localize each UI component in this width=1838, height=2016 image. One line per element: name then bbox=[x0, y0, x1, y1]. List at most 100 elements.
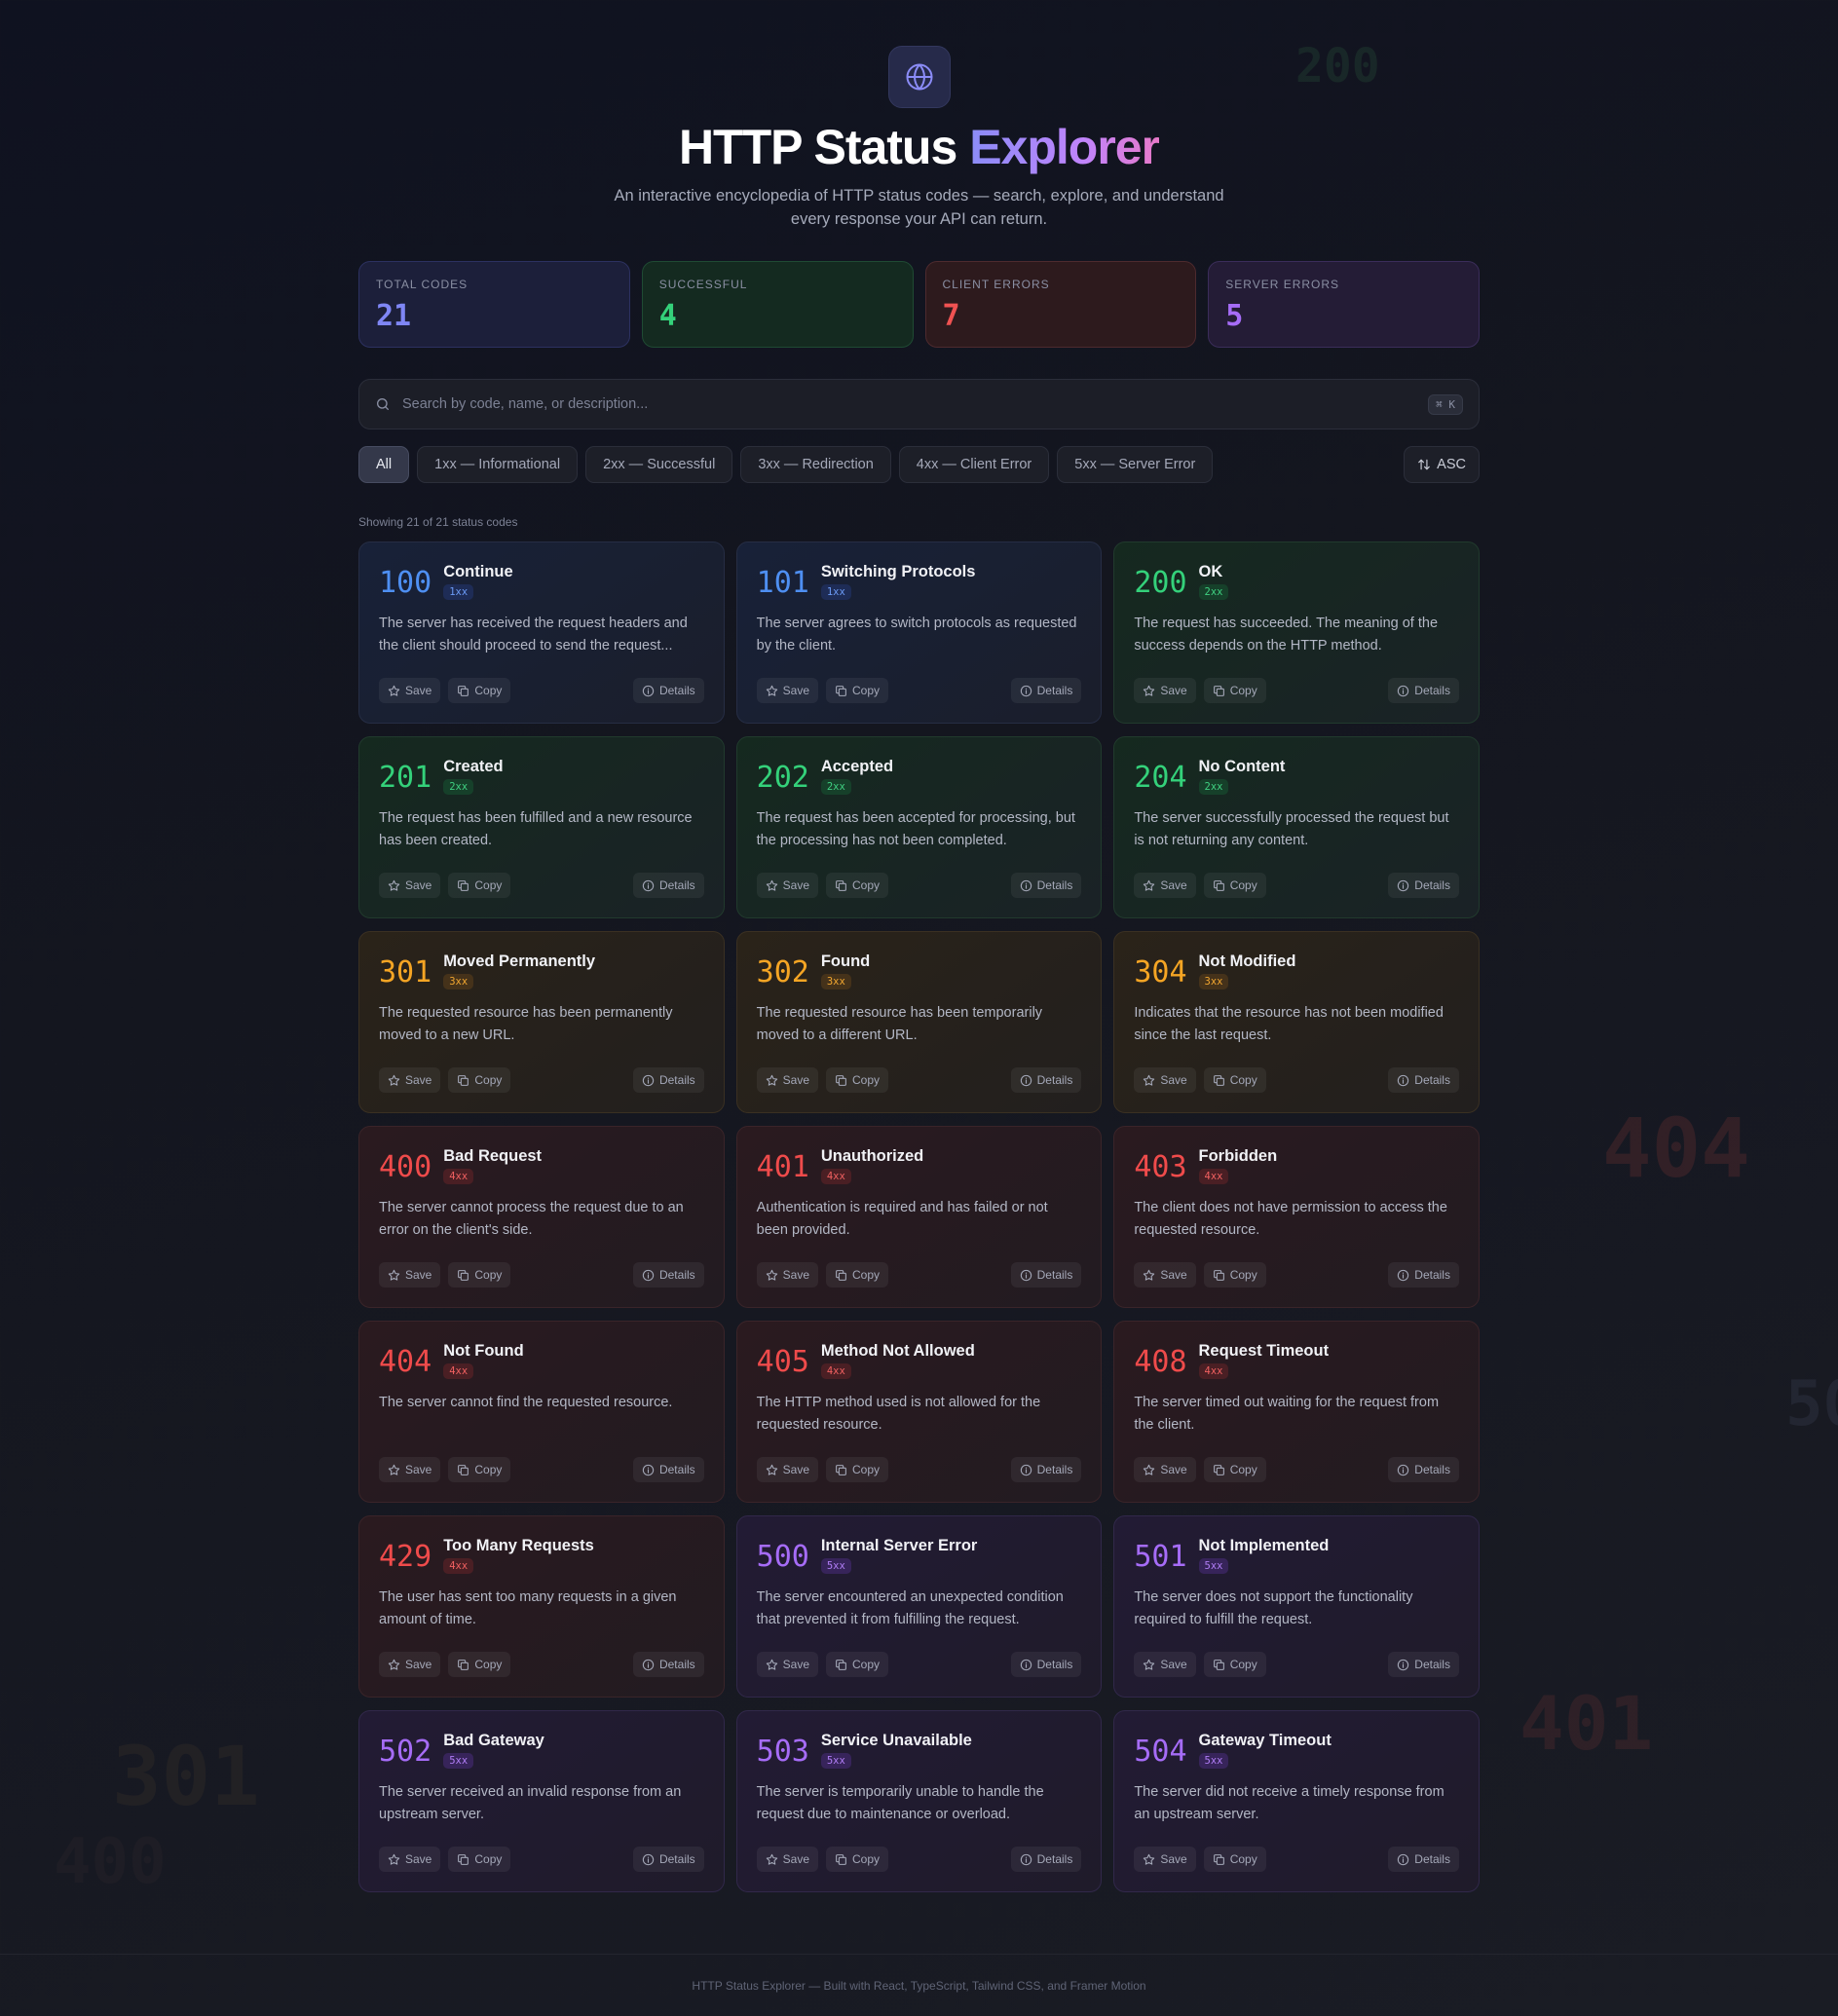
status-card-429[interactable]: 429 Too Many Requests 4xx The user has s… bbox=[358, 1515, 725, 1698]
details-button[interactable]: Details bbox=[632, 1652, 704, 1677]
search-input[interactable] bbox=[402, 396, 1429, 412]
copy-button[interactable]: Copy bbox=[826, 1847, 889, 1872]
details-button[interactable]: Details bbox=[1388, 1067, 1459, 1093]
copy-button[interactable]: Copy bbox=[826, 1067, 889, 1093]
details-button[interactable]: Details bbox=[632, 1262, 704, 1288]
save-button[interactable]: Save bbox=[1134, 1847, 1196, 1872]
copy-label: Copy bbox=[1229, 878, 1257, 892]
sort-button[interactable]: ASC bbox=[1404, 446, 1480, 483]
status-card-403[interactable]: 403 Forbidden 4xx The client does not ha… bbox=[1113, 1126, 1480, 1308]
details-button[interactable]: Details bbox=[632, 1067, 704, 1093]
status-card-405[interactable]: 405 Method Not Allowed 4xx The HTTP meth… bbox=[735, 1321, 1103, 1503]
filter-2xx[interactable]: 2xx — Successful bbox=[585, 446, 733, 483]
details-button[interactable]: Details bbox=[632, 678, 704, 703]
details-button[interactable]: Details bbox=[1010, 678, 1082, 703]
copy-button[interactable]: Copy bbox=[826, 678, 889, 703]
copy-button[interactable]: Copy bbox=[826, 1262, 889, 1288]
copy-button[interactable]: Copy bbox=[1203, 1067, 1266, 1093]
status-card-401[interactable]: 401 Unauthorized 4xx Authentication is r… bbox=[735, 1126, 1103, 1308]
status-card-408[interactable]: 408 Request Timeout 4xx The server timed… bbox=[1113, 1321, 1480, 1503]
status-card-501[interactable]: 501 Not Implemented 5xx The server does … bbox=[1113, 1515, 1480, 1698]
status-card-500[interactable]: 500 Internal Server Error 5xx The server… bbox=[735, 1515, 1103, 1698]
save-button[interactable]: Save bbox=[1134, 1652, 1196, 1677]
details-button[interactable]: Details bbox=[1388, 1652, 1459, 1677]
details-button[interactable]: Details bbox=[632, 1457, 704, 1482]
details-button[interactable]: Details bbox=[1010, 1067, 1082, 1093]
copy-button[interactable]: Copy bbox=[448, 1067, 511, 1093]
details-button[interactable]: Details bbox=[1010, 1847, 1082, 1872]
details-button[interactable]: Details bbox=[632, 873, 704, 898]
details-button[interactable]: Details bbox=[1010, 1262, 1082, 1288]
save-button[interactable]: Save bbox=[1134, 1067, 1196, 1093]
copy-button[interactable]: Copy bbox=[1203, 678, 1266, 703]
copy-button[interactable]: Copy bbox=[1203, 1262, 1266, 1288]
details-button[interactable]: Details bbox=[632, 1847, 704, 1872]
status-card-201[interactable]: 201 Created 2xx The request has been ful… bbox=[358, 736, 725, 918]
save-button[interactable]: Save bbox=[756, 1262, 819, 1288]
info-icon bbox=[642, 1269, 655, 1282]
save-button[interactable]: Save bbox=[379, 1457, 441, 1482]
save-button[interactable]: Save bbox=[756, 873, 819, 898]
card-title-group: Bad Request 4xx bbox=[443, 1146, 542, 1184]
status-card-502[interactable]: 502 Bad Gateway 5xx The server received … bbox=[358, 1710, 725, 1892]
status-card-202[interactable]: 202 Accepted 2xx The request has been ac… bbox=[735, 736, 1103, 918]
status-card-302[interactable]: 302 Found 3xx The requested resource has… bbox=[735, 931, 1103, 1113]
save-button[interactable]: Save bbox=[379, 1652, 441, 1677]
copy-label: Copy bbox=[474, 1463, 503, 1476]
copy-button[interactable]: Copy bbox=[448, 873, 511, 898]
copy-button[interactable]: Copy bbox=[1203, 873, 1266, 898]
status-card-100[interactable]: 100 Continue 1xx The server has received… bbox=[358, 541, 725, 724]
copy-button[interactable]: Copy bbox=[1203, 1652, 1266, 1677]
filter-4xx[interactable]: 4xx — Client Error bbox=[898, 446, 1050, 483]
info-icon bbox=[1020, 685, 1032, 697]
save-button[interactable]: Save bbox=[756, 678, 819, 703]
details-button[interactable]: Details bbox=[1010, 1652, 1082, 1677]
details-button[interactable]: Details bbox=[1388, 1262, 1459, 1288]
save-button[interactable]: Save bbox=[1134, 1262, 1196, 1288]
save-button[interactable]: Save bbox=[756, 1457, 819, 1482]
copy-button[interactable]: Copy bbox=[448, 1457, 511, 1482]
details-button[interactable]: Details bbox=[1388, 678, 1459, 703]
save-button[interactable]: Save bbox=[379, 1067, 441, 1093]
details-button[interactable]: Details bbox=[1010, 1457, 1082, 1482]
status-card-200[interactable]: 200 OK 2xx The request has succeeded. Th… bbox=[1113, 541, 1480, 724]
status-card-304[interactable]: 304 Not Modified 3xx Indicates that the … bbox=[1113, 931, 1480, 1113]
save-button[interactable]: Save bbox=[379, 1262, 441, 1288]
save-button[interactable]: Save bbox=[1134, 678, 1196, 703]
filter-all[interactable]: All bbox=[358, 446, 410, 483]
copy-button[interactable]: Copy bbox=[826, 1652, 889, 1677]
details-button[interactable]: Details bbox=[1010, 873, 1082, 898]
copy-button[interactable]: Copy bbox=[448, 1262, 511, 1288]
status-card-400[interactable]: 400 Bad Request 4xx The server cannot pr… bbox=[358, 1126, 725, 1308]
filter-5xx[interactable]: 5xx — Server Error bbox=[1057, 446, 1214, 483]
copy-button[interactable]: Copy bbox=[1203, 1457, 1266, 1482]
status-card-101[interactable]: 101 Switching Protocols 1xx The server a… bbox=[735, 541, 1103, 724]
status-card-504[interactable]: 504 Gateway Timeout 5xx The server did n… bbox=[1113, 1710, 1480, 1892]
save-button[interactable]: Save bbox=[756, 1847, 819, 1872]
copy-label: Copy bbox=[474, 1852, 503, 1866]
filter-3xx[interactable]: 3xx — Redirection bbox=[740, 446, 891, 483]
save-button[interactable]: Save bbox=[379, 1847, 441, 1872]
copy-button[interactable]: Copy bbox=[448, 1652, 511, 1677]
save-button[interactable]: Save bbox=[379, 873, 441, 898]
copy-button[interactable]: Copy bbox=[826, 873, 889, 898]
details-button[interactable]: Details bbox=[1388, 1847, 1459, 1872]
save-button[interactable]: Save bbox=[756, 1067, 819, 1093]
copy-button[interactable]: Copy bbox=[826, 1457, 889, 1482]
status-name: Gateway Timeout bbox=[1198, 1732, 1332, 1749]
status-card-301[interactable]: 301 Moved Permanently 3xx The requested … bbox=[358, 931, 725, 1113]
status-card-404[interactable]: 404 Not Found 4xx The server cannot find… bbox=[358, 1321, 725, 1503]
copy-button[interactable]: Copy bbox=[448, 678, 511, 703]
status-card-204[interactable]: 204 No Content 2xx The server successful… bbox=[1113, 736, 1480, 918]
status-card-503[interactable]: 503 Service Unavailable 5xx The server i… bbox=[735, 1710, 1103, 1892]
status-code: 504 bbox=[1134, 1735, 1187, 1769]
save-button[interactable]: Save bbox=[1134, 1457, 1196, 1482]
save-button[interactable]: Save bbox=[1134, 873, 1196, 898]
save-button[interactable]: Save bbox=[379, 678, 441, 703]
save-button[interactable]: Save bbox=[756, 1652, 819, 1677]
details-button[interactable]: Details bbox=[1388, 1457, 1459, 1482]
filter-1xx[interactable]: 1xx — Informational bbox=[417, 446, 579, 483]
copy-button[interactable]: Copy bbox=[1203, 1847, 1266, 1872]
details-button[interactable]: Details bbox=[1388, 873, 1459, 898]
copy-button[interactable]: Copy bbox=[448, 1847, 511, 1872]
